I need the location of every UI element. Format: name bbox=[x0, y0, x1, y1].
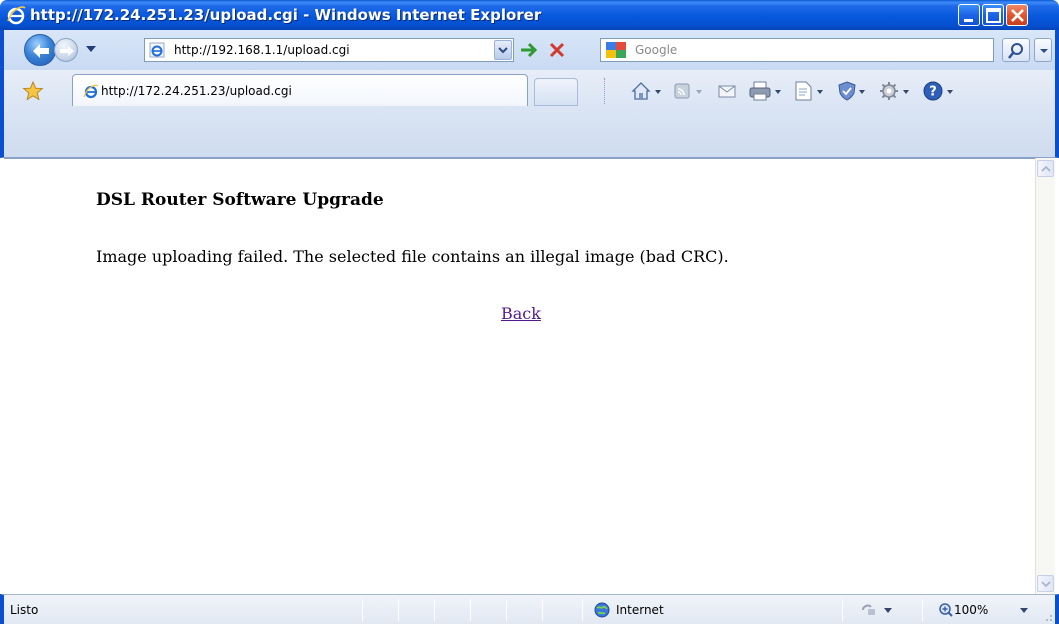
back-link[interactable]: Back bbox=[501, 304, 541, 323]
resize-grip-icon[interactable] bbox=[1041, 610, 1053, 622]
vertical-scrollbar[interactable] bbox=[1035, 158, 1055, 594]
zoom-icon[interactable] bbox=[938, 602, 954, 618]
page-icon bbox=[795, 81, 823, 101]
status-divider bbox=[398, 599, 399, 621]
chevron-down-icon bbox=[498, 47, 508, 54]
maximize-icon bbox=[986, 8, 1001, 23]
protected-mode-icon[interactable] bbox=[860, 602, 880, 618]
chevron-down-icon bbox=[1040, 49, 1048, 53]
forward-arrow-icon bbox=[60, 46, 74, 56]
gear-icon bbox=[880, 82, 909, 100]
tools-menu-button[interactable] bbox=[878, 80, 914, 102]
window-title: http://172.24.251.23/upload.cgi - Window… bbox=[30, 6, 542, 24]
back-arrow-icon bbox=[33, 44, 49, 58]
back-button[interactable] bbox=[24, 34, 56, 66]
ie-page-icon bbox=[83, 84, 99, 99]
home-button[interactable] bbox=[630, 80, 664, 102]
home-icon bbox=[631, 82, 661, 100]
status-divider bbox=[842, 599, 843, 621]
address-toolbar: http://192.168.1.1/upload.cgi Google bbox=[0, 30, 1059, 70]
tab-toolbar: http://172.24.251.23/upload.cgi ? bbox=[0, 70, 1059, 158]
globe-icon bbox=[594, 602, 610, 618]
go-arrow-icon[interactable] bbox=[518, 39, 540, 61]
read-mail-button[interactable] bbox=[716, 80, 742, 102]
recent-pages-dropdown-icon[interactable] bbox=[86, 45, 96, 53]
status-divider bbox=[582, 599, 583, 621]
status-divider bbox=[506, 599, 507, 621]
safety-menu-button[interactable] bbox=[836, 80, 870, 102]
security-zone-label[interactable]: Internet bbox=[616, 603, 664, 617]
google-logo-icon bbox=[606, 42, 626, 58]
search-button[interactable] bbox=[1002, 38, 1030, 62]
ie-logo-icon bbox=[7, 6, 26, 25]
forward-button[interactable] bbox=[54, 38, 78, 62]
search-placeholder: Google bbox=[635, 43, 678, 57]
scroll-down-button[interactable] bbox=[1037, 575, 1054, 592]
favorites-star-icon[interactable] bbox=[22, 80, 44, 102]
status-divider bbox=[434, 599, 435, 621]
chevron-down-icon[interactable] bbox=[884, 608, 892, 613]
feeds-button[interactable] bbox=[672, 80, 706, 102]
search-input[interactable]: Google bbox=[600, 38, 994, 62]
feeds-icon bbox=[674, 83, 702, 99]
chevron-up-icon bbox=[1041, 165, 1051, 172]
zoom-level[interactable]: 100% bbox=[954, 603, 988, 617]
status-divider bbox=[470, 599, 471, 621]
status-bar: Listo Internet 100% bbox=[0, 594, 1059, 624]
close-icon bbox=[1011, 9, 1024, 22]
close-button[interactable] bbox=[1006, 4, 1028, 26]
address-dropdown-button[interactable] bbox=[494, 40, 512, 60]
maximize-button[interactable] bbox=[982, 4, 1004, 26]
tab-label: http://172.24.251.23/upload.cgi bbox=[101, 84, 292, 98]
tab-current[interactable]: http://172.24.251.23/upload.cgi bbox=[72, 74, 528, 106]
page-title: DSL Router Software Upgrade bbox=[96, 190, 384, 210]
ie-page-icon bbox=[149, 42, 165, 58]
title-bar[interactable]: http://172.24.251.23/upload.cgi - Window… bbox=[0, 0, 1059, 30]
status-divider bbox=[542, 599, 543, 621]
status-text: Listo bbox=[10, 603, 39, 617]
toolbar-separator bbox=[604, 78, 607, 104]
search-options-button[interactable] bbox=[1034, 38, 1052, 62]
mail-icon bbox=[718, 85, 736, 98]
help-menu-button[interactable]: ? bbox=[922, 80, 958, 102]
print-icon bbox=[749, 81, 781, 101]
search-icon bbox=[1008, 43, 1023, 59]
minimize-icon bbox=[964, 19, 973, 22]
error-message: Image uploading failed. The selected fil… bbox=[96, 247, 729, 266]
address-url: http://192.168.1.1/upload.cgi bbox=[174, 43, 350, 57]
status-divider bbox=[922, 599, 923, 621]
shield-icon bbox=[838, 81, 865, 101]
print-button[interactable] bbox=[748, 80, 784, 102]
status-divider bbox=[362, 599, 363, 621]
page-menu-button[interactable] bbox=[792, 80, 828, 102]
page-content: DSL Router Software Upgrade Image upload… bbox=[4, 158, 1035, 594]
help-icon: ? bbox=[923, 81, 953, 101]
svg-text:?: ? bbox=[929, 85, 937, 100]
scroll-up-button[interactable] bbox=[1037, 160, 1054, 177]
new-tab-button[interactable] bbox=[534, 78, 578, 106]
address-input[interactable]: http://192.168.1.1/upload.cgi bbox=[144, 38, 514, 62]
chevron-down-icon[interactable] bbox=[1020, 608, 1028, 613]
stop-icon[interactable] bbox=[546, 39, 568, 61]
minimize-button[interactable] bbox=[958, 4, 980, 26]
chevron-down-icon bbox=[1041, 581, 1051, 588]
